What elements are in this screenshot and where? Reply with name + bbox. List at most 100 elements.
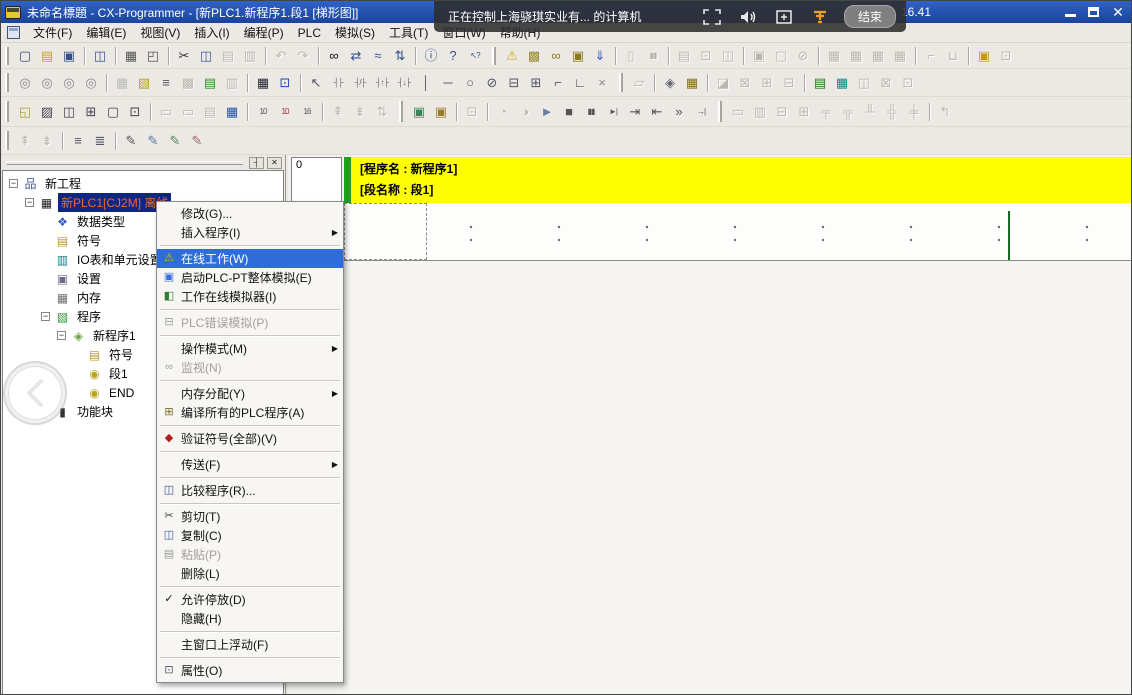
context-menu-item-hide[interactable]: 隐藏(H) [157,609,343,628]
vertical-line-button[interactable]: │ [415,73,437,93]
compile-program-button[interactable]: ▦ [681,73,703,93]
coil-button[interactable]: ○ [459,73,481,93]
toolbar-grip[interactable] [5,73,9,92]
add-window-icon[interactable] [766,8,802,26]
zoom-in-button[interactable]: ◎ [58,73,80,93]
toolbar-grip[interactable] [718,101,722,122]
rung-number-cell[interactable]: 0 [291,157,342,205]
signed-decimal-display-button[interactable]: 10 [274,102,296,122]
rung-wrap-button[interactable]: ▤ [199,73,221,93]
menubar-item[interactable]: 工具(T) [382,22,435,43]
context-menu-item-compile-all-plc-programs[interactable]: ⊞编译所有的PLC程序(A) [157,403,343,422]
online-simulator-button[interactable]: ▩ [523,46,545,66]
find-button[interactable]: ∞ [323,46,345,66]
transfer-to-plc-button[interactable]: ⇓ [589,46,611,66]
open-file-button[interactable]: ▤ [36,46,58,66]
new-file-button[interactable]: ▢ [14,46,36,66]
list-view-button[interactable]: ≡ [67,131,89,151]
annotate-pen-icon[interactable] [802,8,838,26]
properties-window-button[interactable]: ⊡ [124,102,146,122]
back-overlay-button[interactable] [5,363,65,423]
toolbar-grip[interactable] [492,47,496,65]
about-button[interactable]: ⓘ [420,46,442,66]
replace-button[interactable]: ⇄ [345,46,367,66]
print-preview-button[interactable]: ◰ [142,46,164,66]
contact-up-button[interactable]: ┤↑├ [371,73,393,93]
context-menu-item-transfer[interactable]: 传送(F)▶ [157,455,343,474]
context-menu-item-cut[interactable]: ✂剪切(T) [157,507,343,526]
toolbar-grip[interactable] [5,131,9,150]
save-file-button[interactable]: ▣ [58,46,80,66]
decimal-display-button[interactable]: 10 [252,102,274,122]
mnemonic-view-button[interactable]: ▦ [252,73,274,93]
panel-dock-button[interactable]: ┤ [249,157,264,169]
show-symbols-button[interactable]: ◫ [58,102,80,122]
search-settings-button[interactable]: ≈ [367,46,389,66]
collapse-expander-icon[interactable]: − [25,198,34,207]
toolbar-grip[interactable] [619,73,623,92]
menubar-item[interactable]: 编辑(E) [79,22,133,43]
close-button[interactable]: ✕ [1111,6,1125,18]
sim-step-in-button[interactable]: ⇥ [624,102,646,122]
io-comment-view-button[interactable]: ▢ [102,102,124,122]
speaker-icon[interactable] [730,8,766,26]
tree-item[interactable]: −品新工程 [3,174,283,193]
toolbar-grip[interactable] [5,47,9,65]
collapse-expander-icon[interactable]: − [9,179,18,188]
hex-display-button[interactable]: 16 [296,102,318,122]
end-session-button[interactable]: 结束 [844,5,896,28]
horizontal-line-button[interactable]: ─ [437,73,459,93]
zoom-fit-button[interactable]: ◎ [14,73,36,93]
rung-list-button[interactable]: ≡ [155,73,177,93]
sim-step-button[interactable]: ►| [602,102,624,122]
invert-instruction-button[interactable]: ⌐ [547,73,569,93]
context-menu-item-properties[interactable]: ⊡属性(O) [157,661,343,680]
context-menu-item-start-plc-pt-simulation[interactable]: ▣启动PLC-PT整体模拟(E) [157,268,343,287]
compare-document-button[interactable]: ◫ [89,46,111,66]
pen-green-button[interactable]: ✎ [164,131,186,151]
sim-stop-button[interactable]: ■ [558,102,580,122]
zoom-out-button[interactable]: ◎ [80,73,102,93]
pen-blue-button[interactable]: ✎ [142,131,164,151]
work-online-simulator-button[interactable]: ▣ [408,102,430,122]
copy-button[interactable]: ◫ [195,46,217,66]
pen-erase-button[interactable]: ✎ [186,131,208,151]
sim-step-out-button[interactable]: ⇤ [646,102,668,122]
context-menu-item-modify[interactable]: 修改(G)... [157,204,343,223]
context-menu-item-insert-program[interactable]: 插入程序(I)▶ [157,223,343,242]
set-value-button[interactable]: ▣ [973,46,995,66]
menubar-item[interactable]: 视图(V) [133,22,187,43]
menubar-item[interactable]: PLC [291,24,328,42]
cross-reference-button[interactable]: ⊞ [80,102,102,122]
contact-nc-button[interactable]: ┤/├ [349,73,371,93]
zoom-custom-button[interactable]: ◎ [36,73,58,93]
outline-view-button[interactable]: ≣ [89,131,111,151]
start-pt-simulation-button[interactable]: ▣ [430,102,452,122]
coil-closed-button[interactable]: ⊘ [481,73,503,93]
show-diagram-button[interactable]: ◱ [14,102,36,122]
watch-window-button[interactable]: ▦ [831,73,853,93]
sim-pause-button[interactable]: ▮▮ [580,102,602,122]
menubar-item[interactable]: 插入(I) [187,22,236,43]
line-connect-button[interactable]: ∟ [569,73,591,93]
minimize-button[interactable] [1065,7,1076,17]
symbol-table-button[interactable]: ▤ [809,73,831,93]
context-menu-item-copy[interactable]: ◫复制(C) [157,526,343,545]
restore-button[interactable] [1088,7,1099,17]
select-mode-button[interactable]: ↖ [305,73,327,93]
fullscreen-icon[interactable] [694,8,730,26]
toolbar-grip[interactable] [399,101,403,122]
help-button[interactable]: ? [442,46,464,66]
sim-scan-run-button[interactable]: →| [690,102,712,122]
panel-close-button[interactable]: ✕ [267,157,282,169]
online-edit-button[interactable]: ▣ [567,46,589,66]
contact-no-button[interactable]: ┤├ [327,73,349,93]
context-help-button[interactable]: ↖? [464,46,486,66]
context-menu-item-delete[interactable]: 删除(L) [157,564,343,583]
selected-cell[interactable] [344,203,427,260]
context-menu-item-work-online[interactable]: ⚠在线工作(W) [157,249,343,268]
mdi-child-icon[interactable] [7,26,20,39]
ladder-window-button[interactable]: ⊡ [274,73,296,93]
context-menu-item-verify-symbols-all[interactable]: ◆验证符号(全部)(V) [157,429,343,448]
context-menu-item-work-online-simulator[interactable]: ◧工作在线模拟器(I) [157,287,343,306]
